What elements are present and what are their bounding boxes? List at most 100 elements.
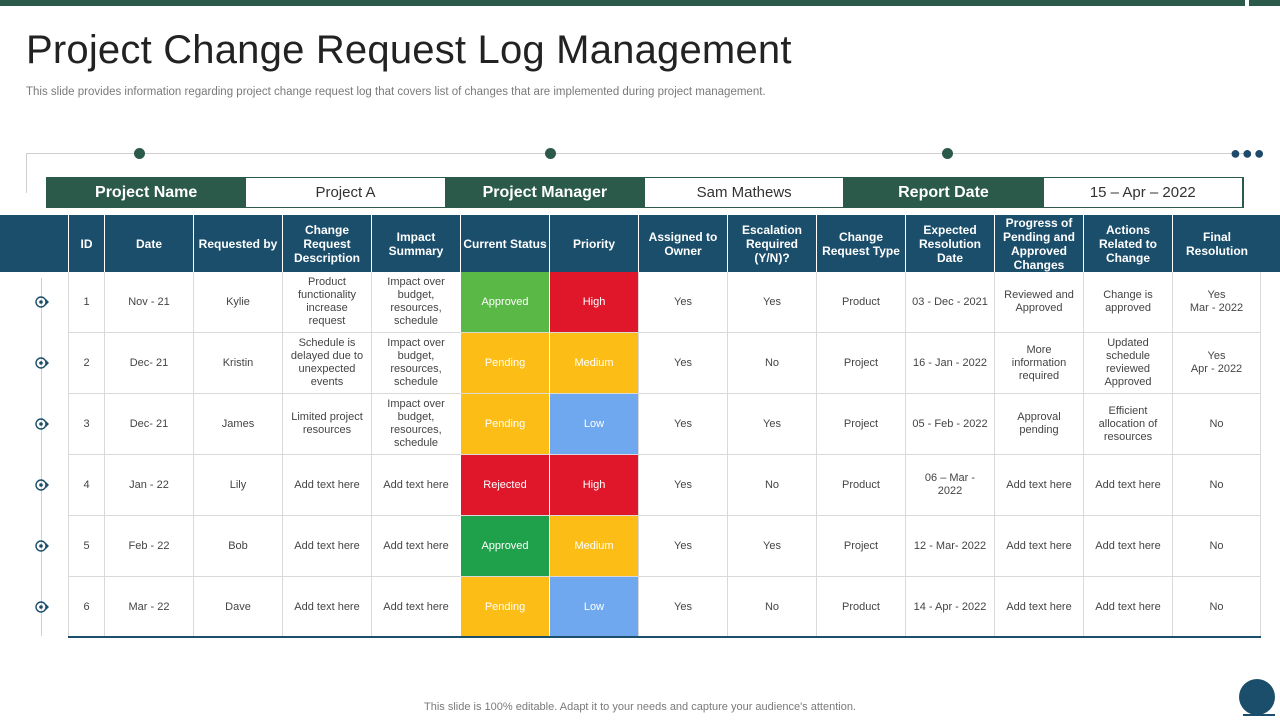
project-name-value: Project A (245, 178, 446, 207)
column-header-assigned-to-owner: Assigned to Owner (638, 215, 727, 272)
table-row: 4 Jan - 22 Lily Add text here Add text here R… (0, 455, 1280, 516)
table-row: 2 Dec- 21 Kristin Schedule is delayed due t… (0, 333, 1280, 394)
cell-actions-related-to-change: Updated schedule reviewed Approved (1083, 333, 1172, 394)
row-marker-icon (34, 600, 49, 614)
cell-impact-summary: Add text here (371, 516, 460, 577)
footer-note: This slide is 100% editable. Adapt it to… (424, 701, 856, 713)
row-marker-icon (34, 417, 49, 431)
page-subtitle: This slide provides information regardin… (26, 86, 766, 98)
column-header-date: Date (104, 215, 193, 272)
cell-impact-summary: Impact over budget, resources, schedule (371, 272, 460, 333)
cell-current-status: Rejected (460, 455, 549, 516)
cell-change-request-type: Project (816, 516, 905, 577)
cell-actions-related-to-change: Add text here (1083, 455, 1172, 516)
cell-date: Mar - 22 (104, 577, 193, 638)
project-manager-value: Sam Mathews (643, 178, 845, 207)
cell-priority: Medium (549, 516, 638, 577)
cell-priority: High (549, 272, 638, 333)
cell-requested-by: Dave (193, 577, 282, 638)
cell-impact-summary: Add text here (371, 577, 460, 638)
cell-date: Nov - 21 (104, 272, 193, 333)
cell-assigned-to-owner: Yes (638, 333, 727, 394)
column-header-change-request-type: Change Request Type (816, 215, 905, 272)
cell-final-resolution: No (1172, 577, 1261, 638)
cell-change-request-description: Add text here (282, 455, 371, 516)
cell-requested-by: Kristin (193, 333, 282, 394)
cell-expected-resolution-date: 03 - Dec - 2021 (905, 272, 994, 333)
table-row: 1 Nov - 21 Kylie Product functionality incr… (0, 272, 1280, 333)
cell-date: Feb - 22 (104, 516, 193, 577)
project-manager-label: Project Manager (445, 178, 644, 207)
cell-expected-resolution-date: 06 – Mar - 2022 (905, 455, 994, 516)
cell-final-resolution: Yes Mar - 2022 (1172, 272, 1261, 333)
cell-final-resolution: No (1172, 516, 1261, 577)
cell-impact-summary: Impact over budget, resources, schedule (371, 394, 460, 455)
table-row: 6 Mar - 22 Dave Add text here Add text here P… (0, 577, 1280, 638)
cell-final-resolution: No (1172, 394, 1261, 455)
cell-change-request-description: Limited project resources (282, 394, 371, 455)
cell-progress: Add text here (994, 516, 1083, 577)
cell-actions-related-to-change: Add text here (1083, 516, 1172, 577)
corner-circle-icon (1239, 679, 1275, 715)
cell-assigned-to-owner: Yes (638, 272, 727, 333)
timeline-dot (134, 148, 145, 159)
cell-priority: Medium (549, 333, 638, 394)
cell-actions-related-to-change: Change is approved (1083, 272, 1172, 333)
cell-escalation-required: Yes (727, 516, 816, 577)
cell-change-request-type: Project (816, 394, 905, 455)
column-header-requested-by: Requested by (193, 215, 282, 272)
row-marker-icon (34, 539, 49, 553)
row-timeline-line (41, 278, 42, 636)
cell-change-request-type: Product (816, 272, 905, 333)
row-marker-icon (34, 478, 49, 492)
cell-assigned-to-owner: Yes (638, 516, 727, 577)
row-marker-icon (34, 295, 49, 309)
cell-final-resolution: Yes Apr - 2022 (1172, 333, 1261, 394)
cell-assigned-to-owner: Yes (638, 577, 727, 638)
page-title: Project Change Request Log Management (26, 28, 792, 72)
table-header: ID Date Requested by Change Request Descrip… (0, 215, 1280, 272)
cell-id: 2 (68, 333, 104, 394)
cell-current-status: Approved (460, 272, 549, 333)
column-header-id: ID (68, 215, 104, 272)
cell-id: 6 (68, 577, 104, 638)
timeline-connector (26, 153, 27, 193)
cell-change-request-type: Product (816, 577, 905, 638)
cell-priority: Low (549, 394, 638, 455)
table-bottom-border (68, 636, 1261, 638)
cell-escalation-required: No (727, 333, 816, 394)
cell-change-request-description: Schedule is delayed due to unexpected ev… (282, 333, 371, 394)
project-name-label: Project Name (47, 178, 246, 207)
cell-escalation-required: No (727, 455, 816, 516)
column-header-actions-related-to-change: Actions Related to Change (1083, 215, 1172, 272)
cell-current-status: Pending (460, 333, 549, 394)
cell-expected-resolution-date: 05 - Feb - 2022 (905, 394, 994, 455)
cell-expected-resolution-date: 14 - Apr - 2022 (905, 577, 994, 638)
cell-impact-summary: Impact over budget, resources, schedule (371, 333, 460, 394)
cell-change-request-type: Project (816, 333, 905, 394)
cell-requested-by: Bob (193, 516, 282, 577)
column-header-current-status: Current Status (460, 215, 549, 272)
cell-progress: More information required (994, 333, 1083, 394)
cell-impact-summary: Add text here (371, 455, 460, 516)
column-header-expected-resolution-date: Expected Resolution Date (905, 215, 994, 272)
cell-date: Dec- 21 (104, 394, 193, 455)
project-info-bar: Project Name Project A Project Manager S… (46, 177, 1244, 208)
cell-requested-by: Kylie (193, 272, 282, 333)
table-row: 3 Dec- 21 James Limited project resources Im… (0, 394, 1280, 455)
column-header-escalation-required: Escalation Required (Y/N)? (727, 215, 816, 272)
cell-change-request-description: Product functionality increase request (282, 272, 371, 333)
cell-change-request-type: Product (816, 455, 905, 516)
top-accent-bar-end (1249, 0, 1280, 6)
cell-id: 5 (68, 516, 104, 577)
corner-underline (1243, 714, 1275, 716)
cell-change-request-description: Add text here (282, 516, 371, 577)
cell-assigned-to-owner: Yes (638, 394, 727, 455)
cell-date: Jan - 22 (104, 455, 193, 516)
more-dots-icon: ●●● (1230, 143, 1266, 163)
column-header-impact-summary: Impact Summary (371, 215, 460, 272)
cell-progress: Approval pending (994, 394, 1083, 455)
cell-current-status: Approved (460, 516, 549, 577)
cell-actions-related-to-change: Add text here (1083, 577, 1172, 638)
cell-change-request-description: Add text here (282, 577, 371, 638)
